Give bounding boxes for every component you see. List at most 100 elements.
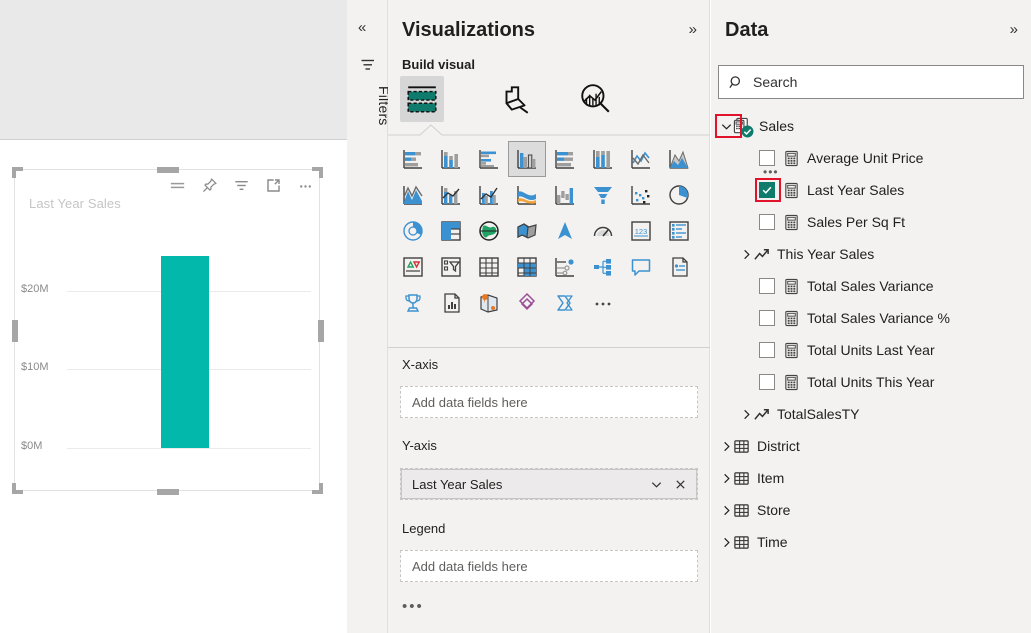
resize-handle-left[interactable] bbox=[12, 320, 18, 342]
build-mode-tabs[interactable] bbox=[388, 76, 710, 128]
hundred-percent-stacked-bar-chart-button[interactable] bbox=[546, 141, 584, 177]
power-automate-visual-button[interactable] bbox=[546, 285, 584, 321]
data-pane-expand-chevron-icon[interactable]: » bbox=[1010, 22, 1018, 37]
treemap-chart-button[interactable] bbox=[432, 213, 470, 249]
well-dropzone-x-axis[interactable]: Add data fields here bbox=[400, 386, 698, 418]
chevron-right-icon[interactable] bbox=[739, 408, 753, 421]
azure-map-chart-button[interactable] bbox=[546, 213, 584, 249]
visualizations-expand-chevron-icon[interactable]: » bbox=[689, 22, 697, 37]
visual-header-toolbar[interactable] bbox=[168, 172, 315, 198]
format-visual-tab[interactable] bbox=[493, 76, 537, 122]
resize-handle-br[interactable] bbox=[312, 483, 323, 494]
tree-row-sales-per-sq-ft[interactable]: Sales Per Sq Ft bbox=[711, 206, 1031, 238]
map-chart-button[interactable] bbox=[470, 213, 508, 249]
visualizations-pane[interactable]: Visualizations » Build visual 123 ••• X-… bbox=[388, 0, 710, 633]
r-script-visual-button[interactable] bbox=[546, 249, 584, 285]
qna-visual-button[interactable] bbox=[622, 249, 660, 285]
tree-row-item[interactable]: Item bbox=[711, 462, 1031, 494]
tree-row-totalsalesty[interactable]: TotalSalesTY bbox=[711, 398, 1031, 430]
resize-handle-tl[interactable] bbox=[12, 167, 23, 178]
tree-row-total-sales-variance-[interactable]: Total Sales Variance % bbox=[711, 302, 1031, 334]
visual-type-gallery[interactable]: 123 bbox=[388, 141, 710, 321]
tree-row-time[interactable]: Time bbox=[711, 526, 1031, 558]
hundred-percent-stacked-column-chart-button[interactable] bbox=[584, 141, 622, 177]
clustered-column-chart-button[interactable] bbox=[508, 141, 546, 177]
paginated-report-visual-button[interactable] bbox=[432, 285, 470, 321]
tree-row-district[interactable]: District bbox=[711, 430, 1031, 462]
area-chart-button[interactable] bbox=[660, 141, 698, 177]
remove-field-icon[interactable] bbox=[674, 478, 687, 491]
tree-row-sales[interactable]: Sales bbox=[711, 110, 1031, 142]
matrix-visual-button[interactable] bbox=[508, 249, 546, 285]
field-wells-more-ellipsis[interactable]: ••• bbox=[402, 598, 424, 615]
more-options-icon[interactable] bbox=[296, 176, 315, 195]
field-checkbox[interactable] bbox=[759, 182, 775, 198]
resize-handle-bottom[interactable] bbox=[157, 489, 179, 495]
stacked-bar-chart-button[interactable] bbox=[394, 141, 432, 177]
line-chart-button[interactable] bbox=[622, 141, 660, 177]
data-search-input[interactable]: Search bbox=[718, 65, 1024, 99]
pie-chart-button[interactable] bbox=[660, 177, 698, 213]
decomposition-tree-visual-button[interactable] bbox=[584, 249, 622, 285]
build-visual-tab[interactable] bbox=[400, 76, 444, 122]
resize-handle-top[interactable] bbox=[157, 167, 179, 173]
tree-row-average-unit-price[interactable]: Average Unit Price bbox=[711, 142, 1031, 174]
line-and-clustered-column-chart-button[interactable] bbox=[470, 177, 508, 213]
smart-narrative-visual-button[interactable] bbox=[660, 249, 698, 285]
tree-row-total-units-this-year[interactable]: Total Units This Year bbox=[711, 366, 1031, 398]
scatter-chart-button[interactable] bbox=[622, 177, 660, 213]
tree-row-total-sales-variance[interactable]: Total Sales Variance bbox=[711, 270, 1031, 302]
field-checkbox[interactable] bbox=[759, 214, 775, 230]
ribbon-chart-button[interactable] bbox=[508, 177, 546, 213]
resize-handle-right[interactable] bbox=[318, 320, 324, 342]
stacked-area-chart-button[interactable] bbox=[394, 177, 432, 213]
chevron-right-icon[interactable] bbox=[719, 504, 733, 517]
data-field-tree[interactable]: SalesAverage Unit Price•••Last Year Sale… bbox=[711, 110, 1031, 558]
filters-collapse-chevron-icon[interactable]: « bbox=[358, 20, 366, 35]
drill-filter-icon[interactable] bbox=[168, 176, 187, 195]
table-visual-button[interactable] bbox=[470, 249, 508, 285]
focus-mode-icon[interactable] bbox=[264, 176, 283, 195]
key-influencers-visual-button[interactable] bbox=[394, 285, 432, 321]
line-and-stacked-column-chart-button[interactable] bbox=[432, 177, 470, 213]
pin-icon[interactable] bbox=[200, 176, 219, 195]
chevron-down-icon[interactable] bbox=[650, 478, 663, 491]
card-visual-button[interactable]: 123 bbox=[622, 213, 660, 249]
power-apps-visual-button[interactable] bbox=[508, 285, 546, 321]
tree-row-this-year-sales[interactable]: This Year Sales bbox=[711, 238, 1031, 270]
multi-row-card-visual-button[interactable] bbox=[660, 213, 698, 249]
tree-row-last-year-sales[interactable]: Last Year Sales bbox=[711, 174, 1031, 206]
chevron-down-icon[interactable] bbox=[719, 120, 733, 133]
analytics-tab[interactable] bbox=[573, 76, 617, 122]
resize-handle-bl[interactable] bbox=[12, 483, 23, 494]
clustered-bar-chart-button[interactable] bbox=[470, 141, 508, 177]
tree-row-total-units-last-year[interactable]: Total Units Last Year bbox=[711, 334, 1031, 366]
chevron-right-icon[interactable] bbox=[719, 440, 733, 453]
report-canvas[interactable]: Last Year Sales $20M$10M$0M bbox=[0, 0, 347, 633]
funnel-filter-icon[interactable] bbox=[232, 176, 251, 195]
field-pill[interactable]: Last Year Sales bbox=[401, 469, 697, 499]
waterfall-chart-button[interactable] bbox=[546, 177, 584, 213]
field-checkbox[interactable] bbox=[759, 374, 775, 390]
field-checkbox[interactable] bbox=[759, 278, 775, 294]
stacked-column-chart-button[interactable] bbox=[432, 141, 470, 177]
filled-map-chart-button[interactable] bbox=[508, 213, 546, 249]
more-visuals-ellipsis-button[interactable] bbox=[584, 285, 622, 321]
chevron-right-icon[interactable] bbox=[719, 472, 733, 485]
chart-plot-area[interactable]: $20M$10M$0M bbox=[15, 220, 321, 492]
chart-bar[interactable] bbox=[161, 256, 209, 449]
field-checkbox[interactable] bbox=[759, 150, 775, 166]
slicer-visual-button[interactable] bbox=[432, 249, 470, 285]
field-checkbox[interactable] bbox=[759, 342, 775, 358]
field-checkbox[interactable] bbox=[759, 310, 775, 326]
arcgis-map-visual-button[interactable] bbox=[470, 285, 508, 321]
chevron-right-icon[interactable] bbox=[719, 536, 733, 549]
kpi-visual-button[interactable] bbox=[394, 249, 432, 285]
resize-handle-tr[interactable] bbox=[312, 167, 323, 178]
well-dropzone-legend[interactable]: Add data fields here bbox=[400, 550, 698, 582]
gauge-chart-button[interactable] bbox=[584, 213, 622, 249]
tree-row-store[interactable]: Store bbox=[711, 494, 1031, 526]
data-pane[interactable]: Data » Search SalesAverage Unit Price•••… bbox=[711, 0, 1031, 633]
donut-chart-button[interactable] bbox=[394, 213, 432, 249]
chevron-right-icon[interactable] bbox=[739, 248, 753, 261]
